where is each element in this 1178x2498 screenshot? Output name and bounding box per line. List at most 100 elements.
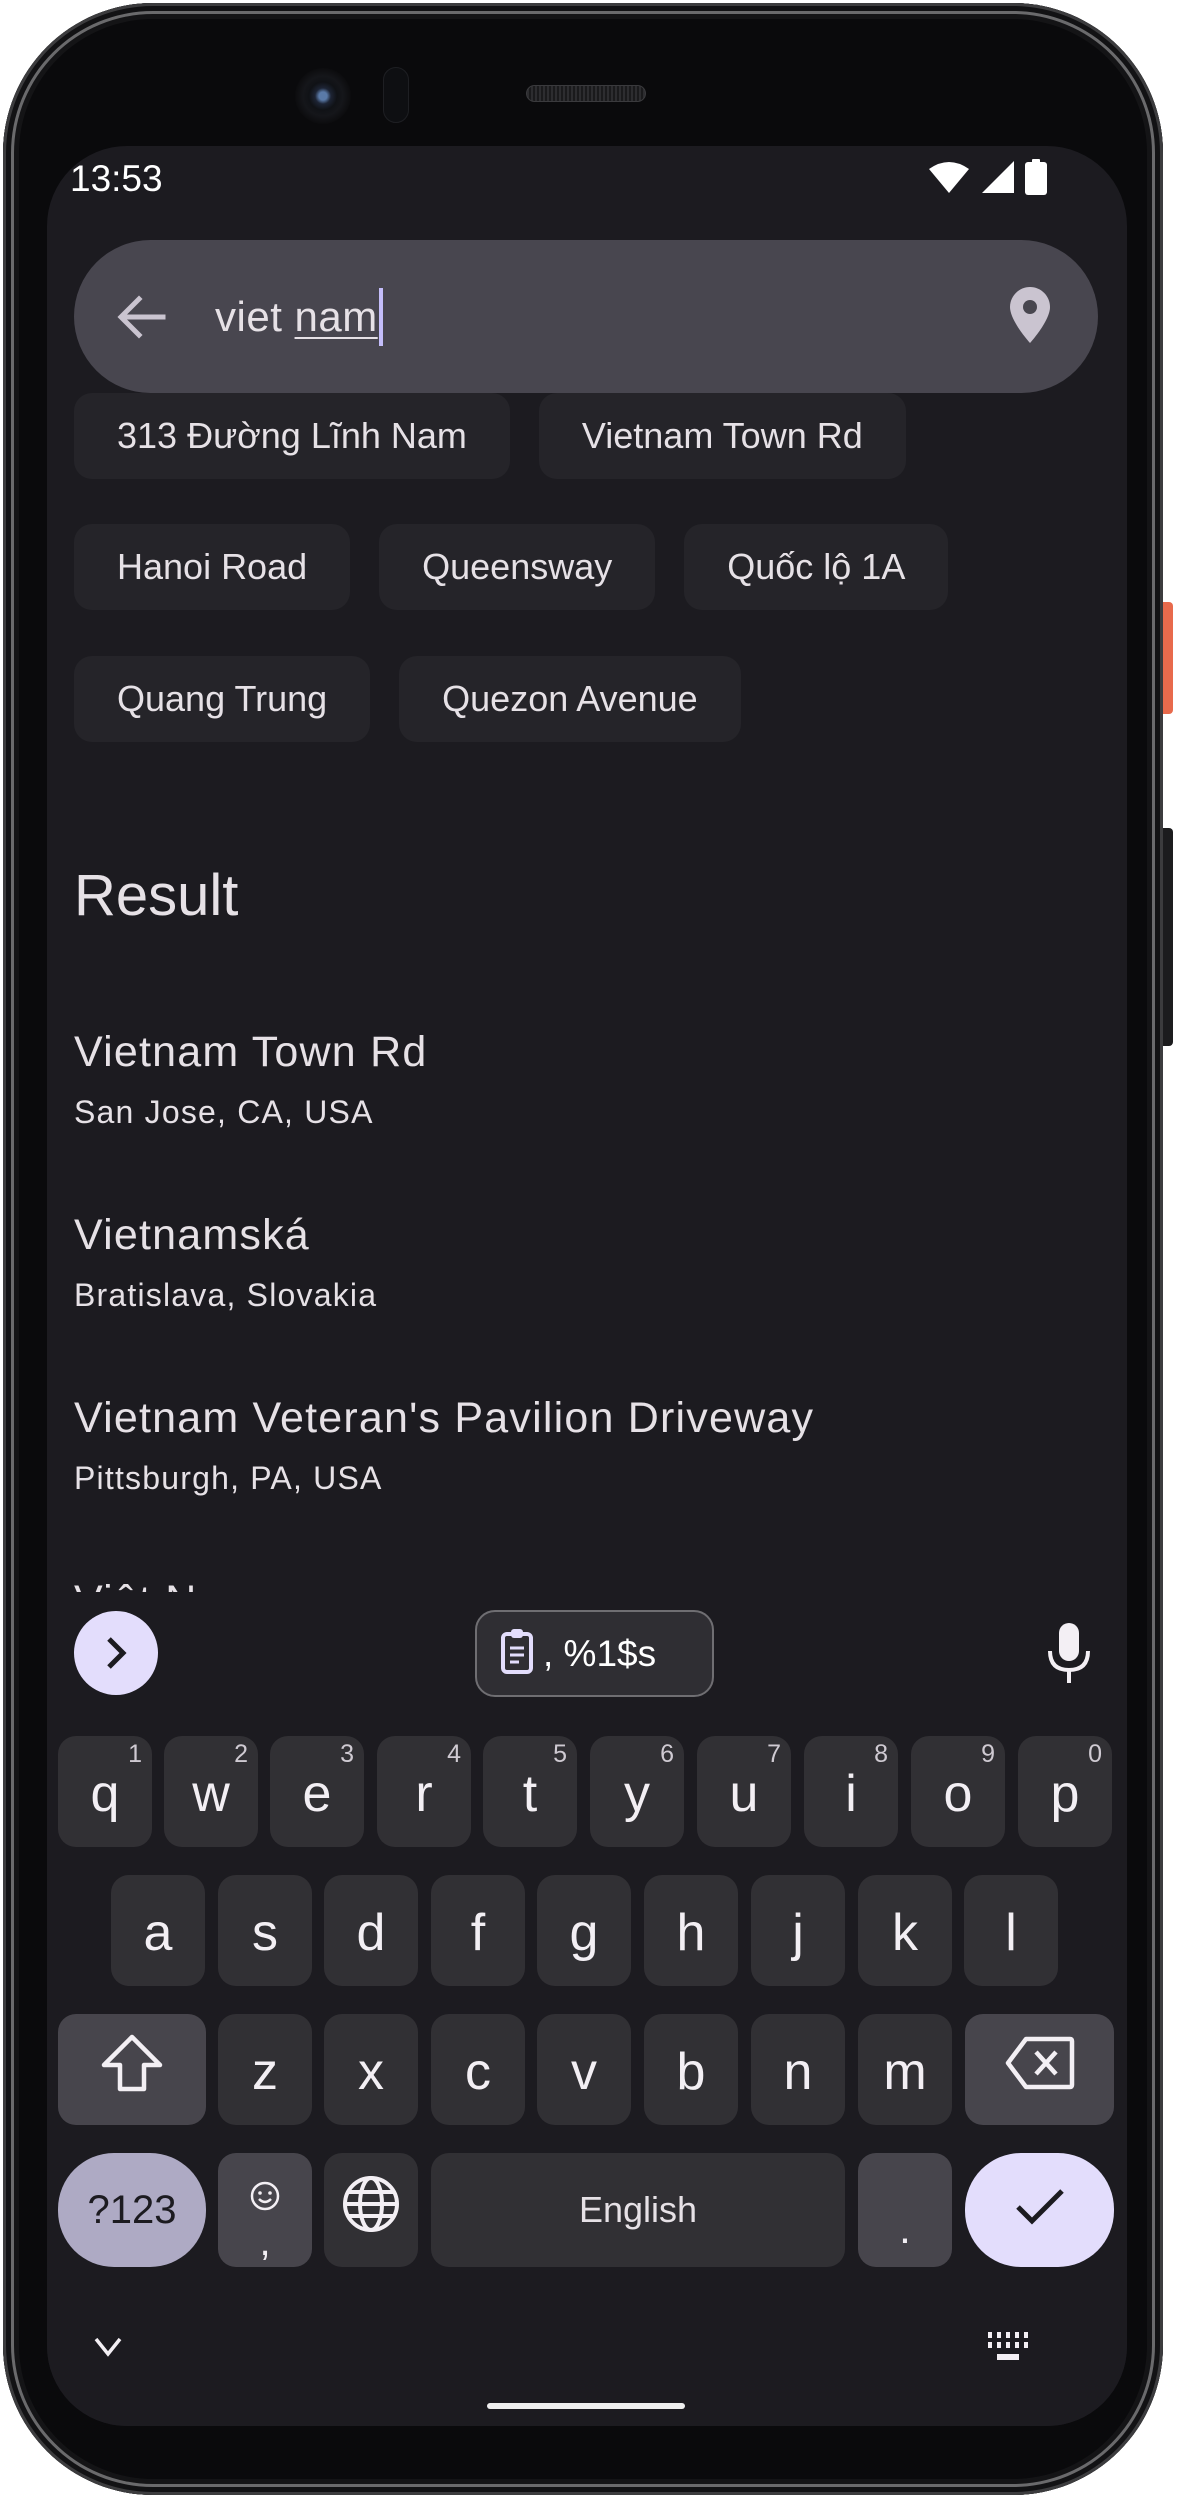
key-label: English bbox=[578, 2189, 698, 2230]
key-n[interactable]: n bbox=[751, 2014, 845, 2125]
key-q[interactable]: 1q bbox=[58, 1736, 152, 1847]
key-u[interactable]: 7u bbox=[697, 1736, 791, 1847]
key-z[interactable]: z bbox=[218, 2014, 312, 2125]
wifi-icon bbox=[927, 160, 971, 194]
chevron-down-icon[interactable] bbox=[93, 2336, 123, 2363]
suggestion-chip[interactable]: Hanoi Road bbox=[74, 524, 351, 610]
key-label: u bbox=[729, 1764, 759, 1823]
key-hint: 8 bbox=[874, 1740, 888, 1768]
result-title: Việt Nam bbox=[74, 1575, 1104, 1592]
key-k[interactable]: k bbox=[858, 1875, 952, 1986]
key-t[interactable]: 5t bbox=[483, 1736, 577, 1847]
key-b[interactable]: b bbox=[644, 2014, 738, 2125]
search-bar[interactable]: viet nam bbox=[74, 240, 1098, 393]
keyboard: , %1$s 1q 2w 3e 4r 5t 6y 7u 8i 9o 0p a s… bbox=[47, 1592, 1127, 2426]
key-i[interactable]: 8i bbox=[804, 1736, 898, 1847]
key-label: x bbox=[358, 2042, 384, 2101]
period-key[interactable]: . bbox=[858, 2153, 952, 2267]
key-label: a bbox=[143, 1903, 173, 1962]
volume-button bbox=[1163, 828, 1173, 1046]
key-j[interactable]: j bbox=[751, 1875, 845, 1986]
key-o[interactable]: 9o bbox=[911, 1736, 1005, 1847]
clipboard-suggestion[interactable]: , %1$s bbox=[475, 1610, 714, 1697]
key-label: q bbox=[90, 1764, 120, 1823]
result-subtitle: Bratislava, Slovakia bbox=[74, 1277, 378, 1313]
key-label: ?123 bbox=[87, 2187, 177, 2232]
result-list: Vietnam Town Rd San Jose, CA, USA Vietna… bbox=[74, 1016, 1104, 1592]
key-label: . bbox=[899, 2205, 911, 2252]
key-hint: 5 bbox=[553, 1740, 567, 1768]
key-label: z bbox=[252, 2042, 278, 2101]
suggestion-chip[interactable]: Quang Trung bbox=[74, 656, 371, 742]
key-label: m bbox=[883, 2042, 927, 2101]
battery-icon bbox=[1025, 159, 1047, 195]
key-v[interactable]: v bbox=[537, 2014, 631, 2125]
key-l[interactable]: l bbox=[964, 1875, 1058, 1986]
key-w[interactable]: 2w bbox=[164, 1736, 258, 1847]
result-item[interactable]: Vietnamská Bratislava, Slovakia bbox=[74, 1199, 1104, 1382]
space-key[interactable]: English bbox=[431, 2153, 845, 2267]
power-button bbox=[1163, 602, 1173, 714]
emoji-comma-key[interactable]: , bbox=[218, 2153, 312, 2267]
key-hint: 0 bbox=[1088, 1740, 1102, 1768]
key-label: t bbox=[522, 1764, 538, 1823]
suggestion-row: 313 Đường Lĩnh Nam Vietnam Town Rd bbox=[74, 393, 906, 479]
result-title: Vietnam Veteran's Pavilion Driveway bbox=[74, 1394, 815, 1442]
result-item[interactable]: Việt Nam bbox=[74, 1565, 1104, 1592]
key-x[interactable]: x bbox=[324, 2014, 418, 2125]
key-s[interactable]: s bbox=[218, 1875, 312, 1986]
keyboard-icon[interactable] bbox=[988, 2332, 1030, 2371]
key-label: n bbox=[783, 2042, 813, 2101]
key-label: , bbox=[259, 2220, 271, 2264]
key-hint: 3 bbox=[340, 1740, 354, 1768]
symbols-key[interactable]: ?123 bbox=[58, 2153, 206, 2267]
chevron-right-icon[interactable] bbox=[74, 1611, 158, 1695]
key-r[interactable]: 4r bbox=[377, 1736, 471, 1847]
shift-icon bbox=[100, 2033, 164, 2106]
key-y[interactable]: 6y bbox=[590, 1736, 684, 1847]
checkmark-icon bbox=[1014, 2180, 1066, 2240]
suggestion-chip[interactable]: Queensway bbox=[379, 524, 656, 610]
suggestion-chip[interactable]: 313 Đường Lĩnh Nam bbox=[74, 393, 510, 479]
key-g[interactable]: g bbox=[537, 1875, 631, 1986]
key-label: j bbox=[792, 1903, 804, 1962]
key-label: r bbox=[415, 1764, 433, 1823]
enter-key[interactable] bbox=[965, 2153, 1114, 2267]
key-f[interactable]: f bbox=[431, 1875, 525, 1986]
backspace-icon bbox=[1004, 2035, 1076, 2104]
suggestion-chip[interactable]: Vietnam Town Rd bbox=[538, 393, 906, 479]
suggestion-chip[interactable]: Quốc lộ 1A bbox=[684, 524, 949, 610]
key-label: g bbox=[569, 1903, 599, 1962]
earpiece-speaker bbox=[526, 85, 646, 102]
shift-key[interactable] bbox=[58, 2014, 206, 2125]
globe-icon bbox=[341, 2174, 401, 2247]
key-a[interactable]: a bbox=[111, 1875, 205, 1986]
result-item[interactable]: Vietnam Veteran's Pavilion Driveway Pitt… bbox=[74, 1382, 1104, 1565]
key-p[interactable]: 0p bbox=[1018, 1736, 1112, 1847]
key-d[interactable]: d bbox=[324, 1875, 418, 1986]
suggestion-chip[interactable]: Quezon Avenue bbox=[399, 656, 741, 742]
key-c[interactable]: c bbox=[431, 2014, 525, 2125]
key-m[interactable]: m bbox=[858, 2014, 952, 2125]
microphone-icon[interactable] bbox=[1047, 1623, 1091, 1685]
backspace-key[interactable] bbox=[965, 2014, 1114, 2125]
suggestion-row: Quang Trung Quezon Avenue bbox=[74, 656, 741, 742]
suggestion-row: Hanoi Road Queensway Quốc lộ 1A bbox=[74, 524, 949, 610]
result-subtitle: San Jose, CA, USA bbox=[74, 1094, 374, 1130]
arrow-back-icon[interactable] bbox=[112, 287, 172, 347]
search-query-committed: viet bbox=[215, 292, 295, 340]
key-h[interactable]: h bbox=[644, 1875, 738, 1986]
clipboard-text: , %1$s bbox=[543, 1632, 657, 1674]
language-switch-key[interactable] bbox=[324, 2153, 418, 2267]
home-indicator[interactable] bbox=[487, 2403, 685, 2409]
location-pin-icon[interactable] bbox=[1010, 287, 1050, 347]
text-caret bbox=[378, 287, 383, 346]
key-label: y bbox=[624, 1764, 650, 1823]
key-label: d bbox=[356, 1903, 386, 1962]
result-item[interactable]: Vietnam Town Rd San Jose, CA, USA bbox=[74, 1016, 1104, 1199]
key-label: l bbox=[1005, 1903, 1017, 1962]
search-input[interactable]: viet nam bbox=[215, 287, 383, 346]
key-hint: 9 bbox=[981, 1740, 995, 1768]
clipboard-icon bbox=[501, 1628, 533, 1679]
key-e[interactable]: 3e bbox=[270, 1736, 364, 1847]
